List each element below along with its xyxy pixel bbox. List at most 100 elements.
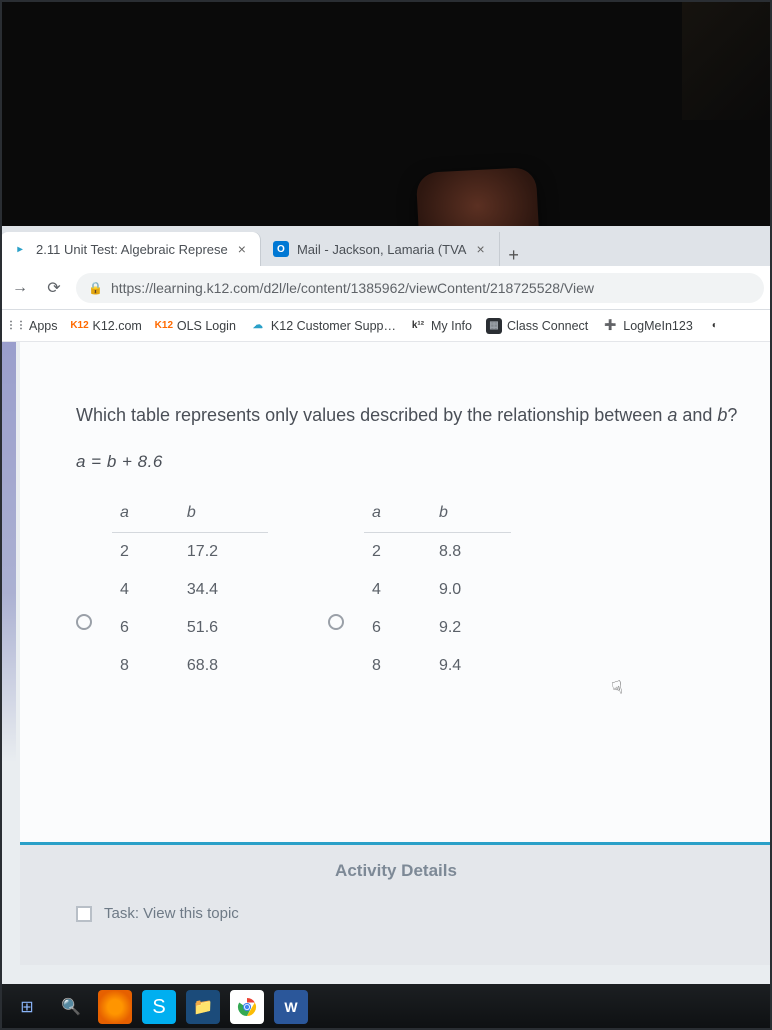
table-row: 89.4	[364, 647, 511, 685]
task-label: Task: View this topic	[104, 905, 239, 922]
question-text: Which table represents only values descr…	[76, 402, 754, 430]
bookmark-icon-7: ◐	[707, 318, 723, 334]
bookmark-icon-3: ☁	[250, 318, 266, 334]
tab-title-1: Mail - Jackson, Lamaria (TVA	[297, 242, 467, 257]
cell-a: 4	[112, 571, 179, 609]
bookmarks-bar: ⋮⋮ Apps K12 K12.com K12 OLS Login ☁ K12 Custome…	[0, 310, 772, 342]
cell-a: 8	[364, 647, 431, 685]
tab-strip: ▸ 2.11 Unit Test: Algebraic Represe × O …	[0, 226, 772, 266]
table-row: 868.8	[112, 647, 268, 685]
bookmark-3[interactable]: ☁ K12 Customer Supp…	[250, 318, 396, 334]
question-mid: and	[677, 405, 717, 425]
cell-b: 9.2	[431, 609, 511, 647]
url-text: https://learning.k12.com/d2l/le/content/…	[111, 280, 594, 296]
options-row: a b 217.2434.4651.6868.8 a b 28.849.069.…	[76, 500, 754, 685]
option-b: a b 28.849.069.289.4	[328, 500, 511, 685]
table-row: 217.2	[112, 532, 268, 571]
bookmark-icon-5: ▦	[486, 318, 502, 334]
bookmark-label-3: K12 Customer Supp…	[271, 319, 396, 333]
tab-title-0: 2.11 Unit Test: Algebraic Represe	[36, 242, 228, 257]
content-sheet: Which table represents only values descr…	[20, 342, 772, 842]
col-b-header: b	[179, 500, 268, 533]
radio-a[interactable]	[76, 614, 92, 630]
taskbar-skype[interactable]: S	[142, 990, 176, 1024]
tab-0[interactable]: ▸ 2.11 Unit Test: Algebraic Represe ×	[0, 232, 261, 266]
question-post: ?	[727, 405, 737, 425]
cell-b: 51.6	[179, 609, 268, 647]
forward-button[interactable]: →	[8, 276, 32, 300]
cell-a: 2	[364, 532, 431, 571]
col-a-header: a	[364, 500, 431, 533]
cell-a: 6	[112, 609, 179, 647]
lock-icon: 🔒	[88, 281, 103, 295]
bookmark-label-0: Apps	[29, 319, 58, 333]
favicon-1: O	[273, 241, 289, 257]
taskbar-chrome[interactable]	[230, 990, 264, 1024]
cell-a: 2	[112, 532, 179, 571]
table-row: 49.0	[364, 571, 511, 609]
background-wedge	[682, 0, 772, 120]
task-checkbox[interactable]	[76, 906, 92, 922]
tab-1[interactable]: O Mail - Jackson, Lamaria (TVA ×	[261, 232, 500, 266]
taskbar-word[interactable]: W	[274, 990, 308, 1024]
bookmark-0[interactable]: ⋮⋮ Apps	[8, 318, 58, 334]
bookmark-label-6: LogMeIn123	[623, 319, 693, 333]
page-viewport: Which table represents only values descr…	[0, 342, 772, 1030]
table-a: a b 217.2434.4651.6868.8	[112, 500, 268, 685]
reload-button[interactable]: ⟳	[42, 276, 66, 300]
col-a-header: a	[112, 500, 179, 533]
equation: a = b + 8.6	[76, 452, 754, 472]
taskbar-file-manager[interactable]: 📁	[186, 990, 220, 1024]
table-row: 69.2	[364, 609, 511, 647]
cell-b: 9.4	[431, 647, 511, 685]
taskbar: ⊞ 🔍 S 📁 W	[0, 984, 772, 1030]
taskbar-search[interactable]: 🔍	[54, 990, 88, 1024]
cell-b: 17.2	[179, 532, 268, 571]
table-row: 28.8	[364, 532, 511, 571]
table-row: 651.6	[112, 609, 268, 647]
table-b: a b 28.849.069.289.4	[364, 500, 511, 685]
browser-chrome: ▸ 2.11 Unit Test: Algebraic Represe × O …	[0, 226, 772, 342]
bookmark-icon-6: ➕	[602, 318, 618, 334]
bookmark-4[interactable]: k¹²My Info	[410, 318, 472, 334]
bookmark-icon-1: K12	[72, 318, 88, 334]
task-row: Task: View this topic	[76, 905, 772, 922]
cell-a: 6	[364, 609, 431, 647]
activity-panel: Activity Details Task: View this topic	[20, 845, 772, 965]
omnibox[interactable]: 🔒 https://learning.k12.com/d2l/le/conten…	[76, 273, 764, 303]
bookmark-2[interactable]: K12 OLS Login	[156, 318, 236, 334]
bookmark-icon-2: K12	[156, 318, 172, 334]
taskbar-firefox[interactable]	[98, 990, 132, 1024]
radio-b[interactable]	[328, 614, 344, 630]
cell-b: 8.8	[431, 532, 511, 571]
bookmark-label-1: K12.com	[93, 319, 142, 333]
col-b-header: b	[431, 500, 511, 533]
bookmark-label-2: OLS Login	[177, 319, 236, 333]
cell-b: 34.4	[179, 571, 268, 609]
new-tab-button[interactable]: +	[500, 245, 528, 266]
bookmark-icon-4: k¹²	[410, 318, 426, 334]
start-button[interactable]: ⊞	[10, 990, 44, 1024]
favicon-0: ▸	[12, 241, 28, 257]
chrome-icon	[237, 997, 257, 1017]
bookmark-6[interactable]: ➕ LogMeIn123	[602, 318, 693, 334]
cell-a: 4	[364, 571, 431, 609]
bookmark-5[interactable]: ▦Class Connect	[486, 318, 588, 334]
var-b: b	[717, 405, 727, 425]
address-bar: → ⟳ 🔒 https://learning.k12.com/d2l/le/co…	[0, 266, 772, 310]
tab-close-1[interactable]: ×	[474, 241, 486, 257]
var-a: a	[667, 405, 677, 425]
bookmark-1[interactable]: K12 K12.com	[72, 318, 142, 334]
tab-close-0[interactable]: ×	[236, 241, 248, 257]
cell-b: 9.0	[431, 571, 511, 609]
activity-heading: Activity Details	[20, 861, 772, 881]
cell-a: 8	[112, 647, 179, 685]
table-row: 434.4	[112, 571, 268, 609]
bookmark-7[interactable]: ◐	[707, 318, 728, 334]
bezel	[0, 0, 772, 226]
question-pre: Which table represents only values descr…	[76, 405, 667, 425]
side-accent	[0, 342, 16, 762]
option-a: a b 217.2434.4651.6868.8	[76, 500, 268, 685]
cell-b: 68.8	[179, 647, 268, 685]
bookmark-icon-0: ⋮⋮	[8, 318, 24, 334]
